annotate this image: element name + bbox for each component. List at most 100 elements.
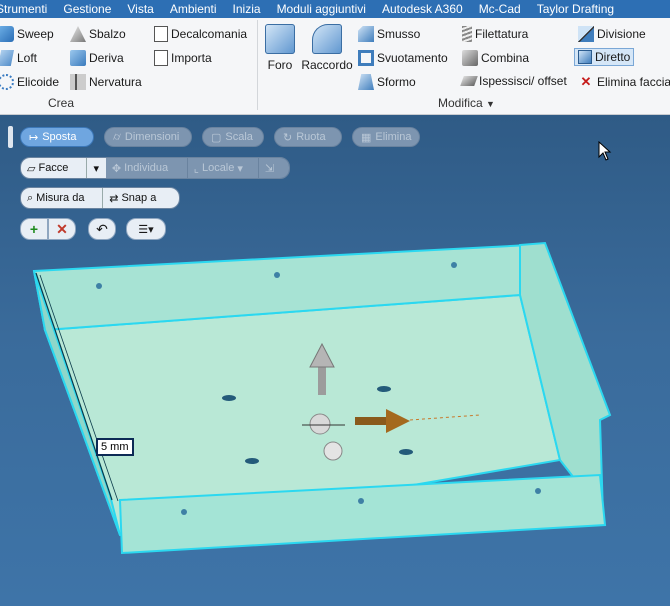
sweep-icon [0, 26, 14, 42]
chamfer-icon [358, 26, 374, 42]
menu-ambienti[interactable]: Ambienti [162, 0, 225, 18]
list-icon: ☰▾ [138, 223, 154, 236]
menu-bar: Strumenti Gestione Vista Ambienti Inizia… [0, 0, 670, 18]
rotate-icon: ↻ [283, 131, 293, 144]
delete-icon: ▦ [361, 131, 372, 144]
individua-button[interactable]: ✥ Individua [105, 158, 187, 178]
menu-mc-cad[interactable]: Mc-Cad [471, 0, 529, 18]
elimina-button[interactable]: ▦ Elimina [352, 127, 420, 147]
deriva-button[interactable]: Deriva [70, 50, 124, 66]
cylinder-icon: ⌭ [113, 130, 121, 143]
facce-chevron-icon[interactable]: ▾ [85, 158, 106, 178]
measure-icon: ⌕ [27, 191, 34, 204]
crea-panel-title: Crea [48, 96, 75, 110]
options-dropdown[interactable]: ☰▾ [126, 218, 166, 240]
toolbar-grip[interactable] [8, 126, 13, 148]
draft-icon [358, 74, 374, 90]
menu-vista[interactable]: Vista [119, 0, 161, 18]
menu-moduli-aggiuntivi[interactable]: Moduli aggiuntivi [269, 0, 374, 18]
scala-button[interactable]: ▢ Scala [202, 127, 264, 147]
sbalzo-button[interactable]: Sbalzo [70, 26, 126, 42]
svuotamento-button[interactable]: Svuotamento [358, 50, 448, 66]
rotate-handle [323, 441, 343, 461]
split-icon [578, 26, 594, 42]
rib-icon [70, 74, 86, 90]
ribbon: Sweep Loft Elicoide Sbalzo Deriva Nervat… [0, 18, 670, 115]
thicken-icon [460, 76, 478, 86]
undo-icon: ↶ [96, 220, 108, 237]
sweep-button[interactable]: Sweep [0, 26, 54, 42]
import-icon [154, 50, 168, 66]
chevron-down-icon: ▼ [486, 99, 495, 109]
apply-button[interactable]: + [20, 218, 48, 240]
facce-dropdown[interactable]: ▱ Facce [21, 158, 86, 178]
menu-taylor-drafting[interactable]: Taylor Drafting [529, 0, 622, 18]
face-icon: ▱ [27, 162, 36, 175]
menu-gestione[interactable]: Gestione [55, 0, 119, 18]
fillet-icon [312, 24, 342, 54]
direct-edit-icon [578, 50, 592, 64]
hole [245, 458, 259, 464]
coil-icon [0, 74, 14, 90]
snap-a-button[interactable]: ⇄ Snap a [102, 188, 179, 208]
dimension-input[interactable]: 5 mm [96, 438, 134, 456]
hole [399, 449, 413, 455]
plus-icon: + [29, 221, 39, 237]
misura-da-button[interactable]: ⌕ Misura da [21, 188, 103, 208]
undo-button[interactable]: ↶ [88, 218, 116, 240]
locate-icon: ✥ [111, 162, 122, 175]
hole [451, 262, 457, 268]
3d-viewport[interactable]: ↦ Sposta ⌭ Dimensioni ▢ Scala ↻ Ruota ▦ Elimi… [0, 115, 670, 606]
scale-icon: ▢ [211, 131, 222, 144]
hole [274, 272, 280, 278]
cancel-button[interactable]: ✕ [48, 218, 76, 240]
derive-icon [70, 50, 86, 66]
divisione-button[interactable]: Divisione [578, 26, 646, 42]
emboss-icon [70, 26, 86, 42]
triad-icon[interactable]: ⇲ [257, 158, 289, 178]
shell-icon [358, 50, 374, 66]
move-icon: ↦ [29, 131, 39, 144]
hole [377, 386, 391, 392]
menu-inizia[interactable]: Inizia [225, 0, 269, 18]
delete-face-icon: ✕ [580, 74, 592, 89]
y-arrow-shaft [318, 365, 326, 395]
combina-button[interactable]: Combina [462, 50, 529, 66]
sposta-button[interactable]: ↦ Sposta [20, 127, 94, 147]
selection-filter-bar: ▱ Facce ▾ ✥ Individua ⌞ Locale ▾ ⇲ [20, 157, 290, 179]
hole [535, 488, 541, 494]
axis-icon: ⌞ [193, 162, 199, 175]
decal-icon [154, 26, 168, 42]
filettatura-button[interactable]: Filettatura [462, 26, 528, 42]
locale-dropdown[interactable]: ⌞ Locale ▾ [186, 158, 258, 178]
raccordo-button[interactable]: Raccordo [300, 24, 354, 72]
snap-icon: ⇄ [109, 192, 119, 205]
dimensioni-button[interactable]: ⌭ Dimensioni [104, 127, 192, 147]
menu-strumenti[interactable]: Strumenti [0, 0, 55, 18]
ruota-button[interactable]: ↻ Ruota [274, 127, 342, 147]
decalcomania-button[interactable]: Decalcomania [154, 26, 247, 42]
smusso-button[interactable]: Smusso [358, 26, 420, 42]
loft-button[interactable]: Loft [0, 50, 37, 66]
nervatura-button[interactable]: Nervatura [70, 74, 142, 90]
x-arrow-shaft [355, 417, 387, 425]
hole [181, 509, 187, 515]
foro-button[interactable]: Foro [264, 24, 296, 72]
sformo-button[interactable]: Sformo [358, 74, 416, 90]
importa-button[interactable]: Importa [154, 50, 212, 66]
menu-autodesk-a360[interactable]: Autodesk A360 [374, 0, 471, 18]
elicoide-button[interactable]: Elicoide [0, 74, 59, 90]
elimina-faccia-button[interactable]: ✕ Elimina faccia [578, 74, 670, 90]
modifica-panel-title[interactable]: Modifica ▼ [438, 96, 495, 110]
chevron-down-icon: ▾ [237, 162, 243, 175]
diretto-button[interactable]: Diretto [574, 48, 635, 66]
hole [358, 498, 364, 504]
ispessisci-offset-button[interactable]: Ispessisci/ offset [460, 74, 567, 88]
mouse-cursor-icon [598, 141, 612, 161]
thread-icon [462, 26, 472, 42]
loft-icon [0, 50, 14, 66]
hole [222, 395, 236, 401]
manipulator-center [309, 413, 331, 435]
measure-snap-bar: ⌕ Misura da ⇄ Snap a [20, 187, 180, 209]
panel-divider [257, 20, 258, 110]
